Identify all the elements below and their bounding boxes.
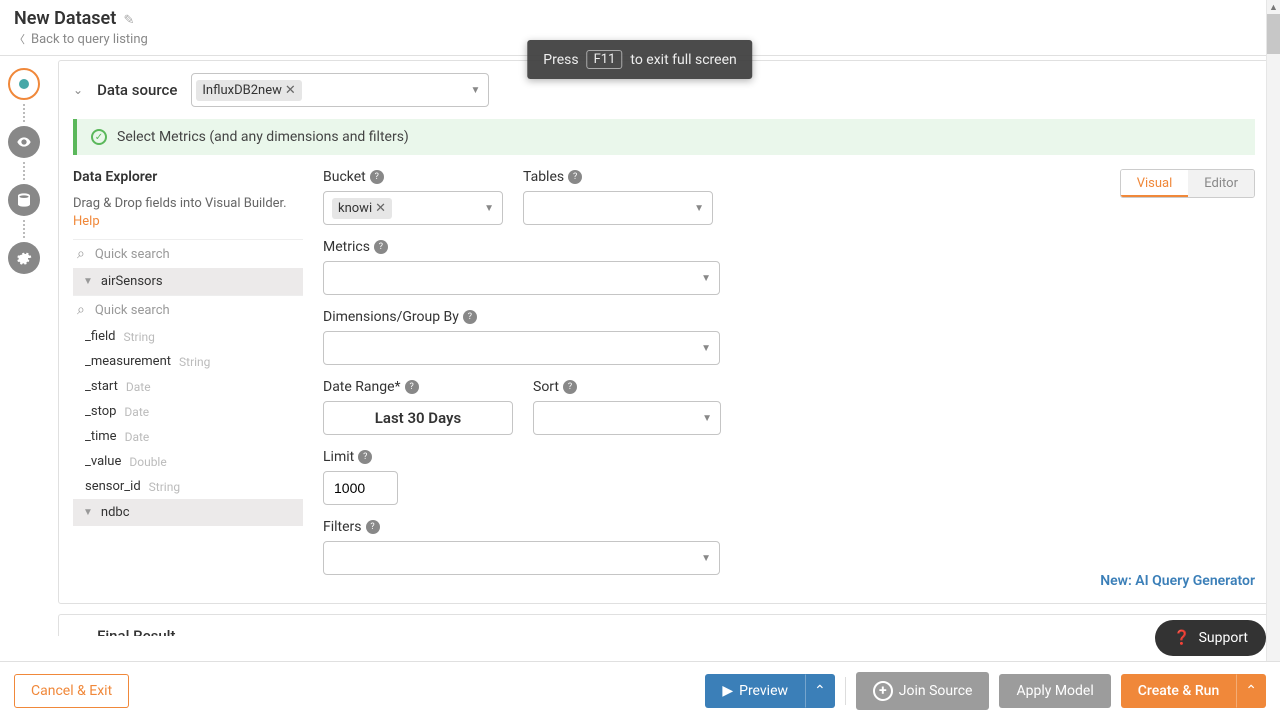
sort-select[interactable]: ▼: [533, 401, 721, 435]
apply-model-button[interactable]: Apply Model: [999, 674, 1110, 708]
ai-query-link[interactable]: New: AI Query Generator: [1100, 573, 1255, 589]
collapse-datasource-icon[interactable]: ⌄: [73, 83, 83, 97]
field-row[interactable]: _measurementString: [73, 349, 303, 374]
step-node-4[interactable]: [8, 242, 40, 274]
chevron-down-icon: ▼: [701, 273, 711, 284]
help-icon[interactable]: ?: [568, 170, 582, 184]
step-node-3[interactable]: [8, 184, 40, 216]
metrics-label: Metrics: [323, 239, 370, 255]
database-icon: [16, 192, 32, 208]
field-row[interactable]: _startDate: [73, 374, 303, 399]
daterange-select[interactable]: Last 30 Days: [323, 401, 513, 435]
field-row[interactable]: _valueDouble: [73, 449, 303, 474]
help-icon[interactable]: ?: [366, 520, 380, 534]
chevron-down-icon: ▼: [701, 343, 711, 354]
chevron-down-icon: ▼: [83, 276, 93, 287]
dimensions-select[interactable]: ▼: [323, 331, 720, 365]
chevron-left-icon: 〈: [14, 31, 25, 47]
step-node-1[interactable]: [8, 68, 40, 100]
field-search-input[interactable]: ⌕ Quick search: [73, 295, 303, 324]
info-banner: ✓ Select Metrics (and any dimensions and…: [73, 119, 1255, 155]
limit-input[interactable]: [323, 471, 398, 505]
search-icon: ⌕: [77, 302, 85, 318]
sort-label: Sort: [533, 379, 559, 395]
field-row[interactable]: _fieldString: [73, 324, 303, 349]
remove-datasource-icon[interactable]: ✕: [285, 83, 296, 98]
field-row[interactable]: _stopDate: [73, 399, 303, 424]
datasource-chip: InfluxDB2new ✕: [196, 80, 301, 101]
tree-item-ndbc[interactable]: ▼ ndbc: [73, 499, 303, 526]
check-circle-icon: ✓: [91, 129, 107, 145]
chevron-down-icon: ▼: [484, 203, 494, 214]
tab-editor[interactable]: Editor: [1188, 170, 1254, 197]
view-toggle: Visual Editor: [1120, 169, 1255, 198]
help-icon[interactable]: ?: [563, 380, 577, 394]
tree-item-airsensors[interactable]: ▼ airSensors: [73, 268, 303, 295]
limit-label: Limit: [323, 449, 354, 465]
preview-button[interactable]: ▶ Preview: [705, 674, 805, 708]
filters-label: Filters: [323, 519, 362, 535]
page-title: New Dataset: [14, 8, 116, 29]
dimensions-label: Dimensions/Group By: [323, 309, 459, 325]
support-button[interactable]: ❓ Support: [1155, 620, 1266, 656]
cancel-button[interactable]: Cancel & Exit: [14, 674, 129, 708]
explorer-hint: Drag & Drop fields into Visual Builder. …: [73, 195, 303, 231]
final-result-title: Final Result: [97, 627, 175, 636]
help-icon[interactable]: ?: [463, 310, 477, 324]
help-link[interactable]: Help: [73, 214, 100, 229]
bucket-label: Bucket: [323, 169, 366, 185]
filters-select[interactable]: ▼: [323, 541, 720, 575]
scrollbar[interactable]: ▲ ▼: [1266, 0, 1280, 720]
bucket-select[interactable]: knowi✕ ▼: [323, 191, 503, 225]
help-icon[interactable]: ?: [370, 170, 384, 184]
data-explorer-title: Data Explorer: [73, 169, 303, 185]
collapse-final-icon[interactable]: ⌄: [73, 629, 83, 636]
join-source-button[interactable]: + Join Source: [856, 672, 990, 710]
help-icon[interactable]: ?: [358, 450, 372, 464]
search-icon: ⌕: [77, 246, 85, 262]
preview-dropdown[interactable]: ⌃: [805, 674, 835, 708]
remove-bucket-icon[interactable]: ✕: [375, 201, 386, 216]
field-row[interactable]: sensor_idString: [73, 474, 303, 499]
play-icon: ▶: [722, 683, 733, 699]
tab-visual[interactable]: Visual: [1121, 170, 1189, 197]
gear-icon: [16, 250, 32, 266]
quick-search-input[interactable]: ⌕ Quick search: [73, 239, 303, 268]
edit-title-icon[interactable]: ✎: [124, 13, 135, 28]
chevron-down-icon: ▼: [694, 203, 704, 214]
field-row[interactable]: _timeDate: [73, 424, 303, 449]
chevron-down-icon: ▼: [83, 507, 93, 518]
tables-select[interactable]: ▼: [523, 191, 713, 225]
fullscreen-toast: Press F11 to exit full screen: [527, 40, 752, 79]
eye-icon: [16, 134, 32, 150]
create-run-dropdown[interactable]: ⌃: [1236, 674, 1266, 708]
chevron-down-icon: ▼: [470, 85, 480, 96]
scroll-up-arrow[interactable]: ▲: [1267, 0, 1280, 14]
datasource-section-title: Data source: [97, 81, 177, 99]
help-icon[interactable]: ?: [405, 380, 419, 394]
metrics-select[interactable]: ▼: [323, 261, 720, 295]
help-icon[interactable]: ?: [374, 240, 388, 254]
footer: Cancel & Exit ▶ Preview ⌃ + Join Source …: [0, 661, 1280, 720]
daterange-label: Date Range*: [323, 379, 401, 395]
step-nav: [0, 56, 48, 636]
create-run-button[interactable]: Create & Run: [1121, 674, 1237, 708]
step-node-2[interactable]: [8, 126, 40, 158]
chevron-down-icon: ▼: [701, 553, 711, 564]
f11-key: F11: [587, 50, 623, 69]
back-label: Back to query listing: [31, 32, 148, 47]
support-icon: ❓: [1173, 630, 1190, 646]
chevron-down-icon: ▼: [702, 413, 712, 424]
datasource-select[interactable]: InfluxDB2new ✕ ▼: [191, 73, 489, 107]
plus-circle-icon: +: [873, 681, 893, 701]
tables-label: Tables: [523, 169, 564, 185]
scroll-thumb[interactable]: [1267, 14, 1280, 54]
